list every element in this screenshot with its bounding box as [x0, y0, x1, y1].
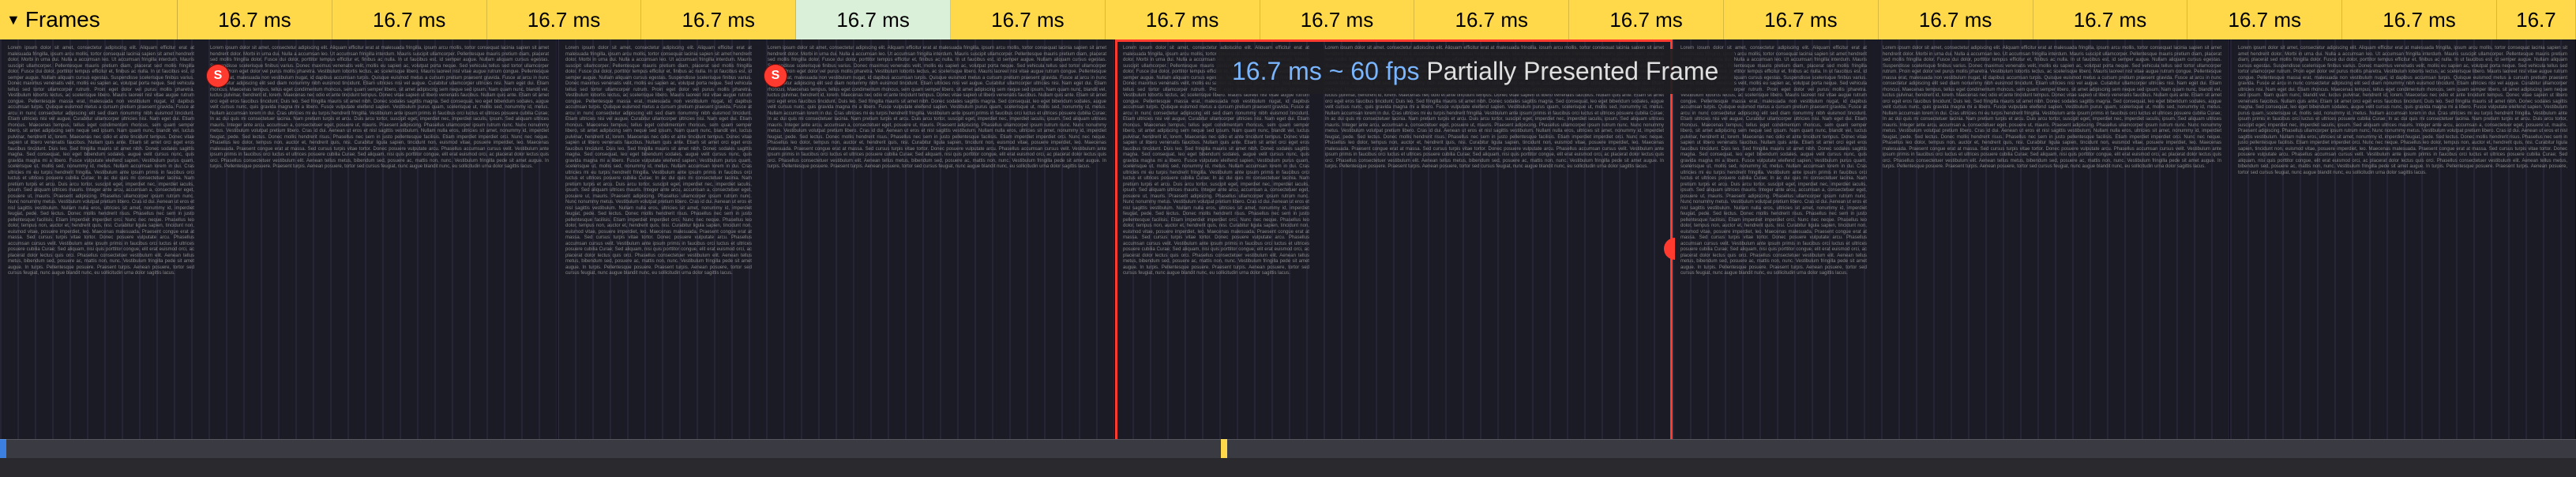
- frame-cell[interactable]: 16.7 ms: [2342, 0, 2497, 39]
- frame-screenshot[interactable]: Lorem ipsum dolor sit amet, consectetur …: [1673, 39, 2230, 458]
- frame-screenshot[interactable]: Lorem ipsum dolor sit amet, consectetur …: [2230, 39, 2576, 458]
- collapse-triangle-icon[interactable]: ▼: [6, 12, 21, 28]
- screenshot-content: Lorem ipsum dolor sit amet, consectetur …: [2230, 39, 2575, 458]
- frame-cell[interactable]: 16.7 ms: [2033, 0, 2188, 39]
- frame-cell[interactable]: 16.7 ms: [1414, 0, 1569, 39]
- frames-track[interactable]: ▼ Frames 16.7 ms 16.7 ms 16.7 ms 16.7 ms…: [0, 0, 2576, 39]
- frame-cell[interactable]: 16.7 ms: [1260, 0, 1415, 39]
- frame-cell[interactable]: 16.7 ms: [1569, 0, 1724, 39]
- scroll-marker-icon: S: [207, 65, 229, 87]
- frames-label-text: Frames: [25, 7, 100, 32]
- screenshot-content: Lorem ipsum dolor sit amet, consectetur …: [1673, 39, 2229, 458]
- activity-segment: [1227, 439, 2576, 458]
- screenshot-content: Lorem ipsum dolor sit amet, consectetur …: [558, 39, 1114, 458]
- frame-cell[interactable]: 16.7 ms: [178, 0, 332, 39]
- frame-cell[interactable]: 16.7 ms: [951, 0, 1106, 39]
- frame-screenshot[interactable]: Lorem ipsum dolor sit amet, consectetur …: [1115, 39, 1673, 458]
- activity-segment-blue: [0, 439, 6, 458]
- frame-cell[interactable]: 16.7 ms: [1106, 0, 1260, 39]
- frame-cell[interactable]: 16.7 ms: [1724, 0, 1879, 39]
- screenshot-content: Lorem ipsum dolor sit amet, consectetur …: [1115, 39, 1672, 458]
- frame-cell[interactable]: 16.7 ms: [1879, 0, 2033, 39]
- activity-segment-yellow: [1221, 439, 1227, 458]
- scroll-marker-icon: S: [764, 65, 787, 87]
- frame-screenshot[interactable]: Lorem ipsum dolor sit amet, consectetur …: [0, 39, 558, 458]
- activity-strip: [0, 439, 2576, 458]
- frame-cell[interactable]: 16.7 ms: [487, 0, 642, 39]
- activity-segment: [6, 439, 1221, 458]
- screenshot-content: Lorem ipsum dolor sit amet, consectetur …: [0, 39, 557, 458]
- frames-track-label[interactable]: ▼ Frames: [0, 0, 178, 39]
- frame-cell[interactable]: 16.7: [2497, 0, 2576, 39]
- frame-cell[interactable]: 16.7 ms: [641, 0, 796, 39]
- frame-cell[interactable]: 16.7 ms: [332, 0, 487, 39]
- frame-cell[interactable]: 16.7 ms: [2187, 0, 2342, 39]
- frame-screenshot[interactable]: Lorem ipsum dolor sit amet, consectetur …: [558, 39, 1115, 458]
- frame-cell-partial[interactable]: 16.7 ms: [796, 0, 951, 39]
- screenshots-track[interactable]: Lorem ipsum dolor sit amet, consectetur …: [0, 39, 2576, 458]
